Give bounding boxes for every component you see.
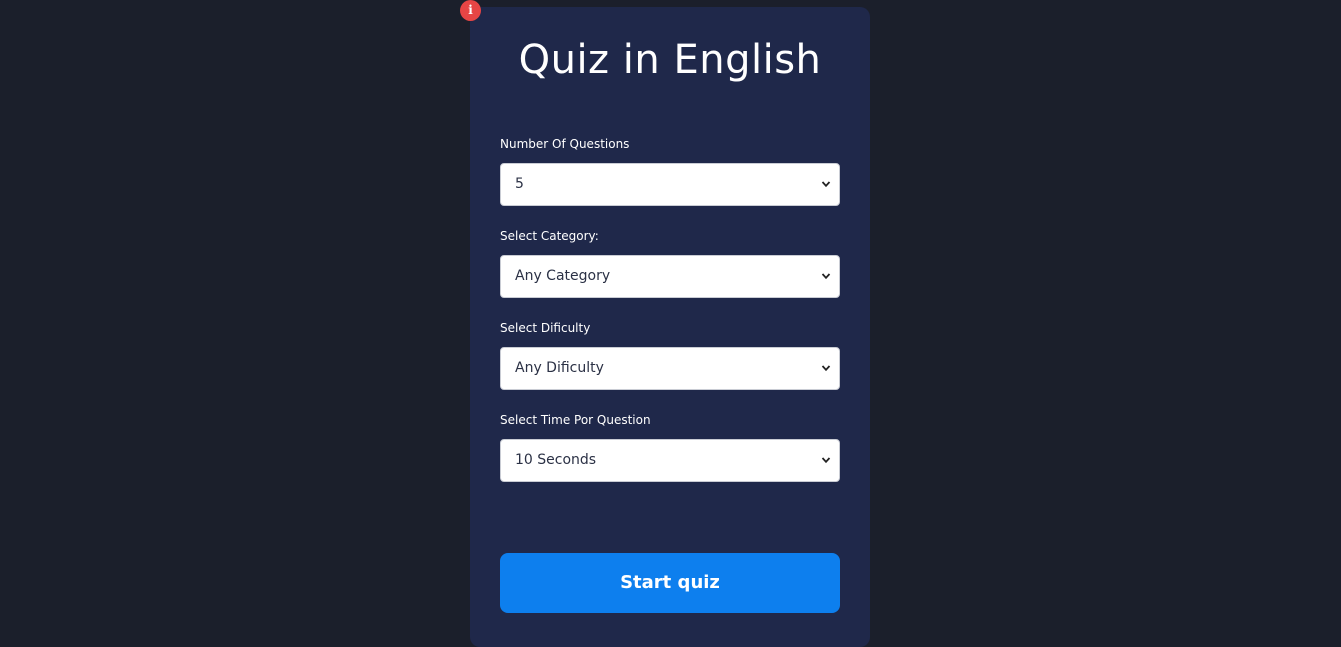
difficulty-value: Any Dificulty bbox=[515, 360, 604, 376]
chevron-down-icon bbox=[821, 365, 831, 372]
quiz-setup-card: Quiz in English Number Of Questions 5 Se… bbox=[470, 7, 870, 647]
time-per-question-value: 10 Seconds bbox=[515, 452, 597, 468]
number-of-questions-label: Number Of Questions bbox=[500, 137, 630, 151]
category-label: Select Category: bbox=[500, 229, 599, 243]
time-per-question-label: Select Time Por Question bbox=[500, 413, 651, 427]
page-title: Quiz in English bbox=[518, 37, 822, 83]
number-of-questions-select[interactable]: 5 bbox=[500, 163, 840, 206]
category-value: Any Category bbox=[515, 268, 611, 284]
difficulty-label: Select Dificulty bbox=[500, 321, 591, 335]
category-select[interactable]: Any Category bbox=[500, 255, 840, 298]
difficulty-select[interactable]: Any Dificulty bbox=[500, 347, 840, 390]
info-icon[interactable]: i bbox=[460, 0, 481, 21]
number-of-questions-value: 5 bbox=[515, 176, 524, 192]
chevron-down-icon bbox=[821, 457, 831, 464]
chevron-down-icon bbox=[821, 273, 831, 280]
chevron-down-icon bbox=[821, 181, 831, 188]
start-quiz-button[interactable]: Start quiz bbox=[500, 553, 840, 613]
time-per-question-select[interactable]: 10 Seconds bbox=[500, 439, 840, 482]
